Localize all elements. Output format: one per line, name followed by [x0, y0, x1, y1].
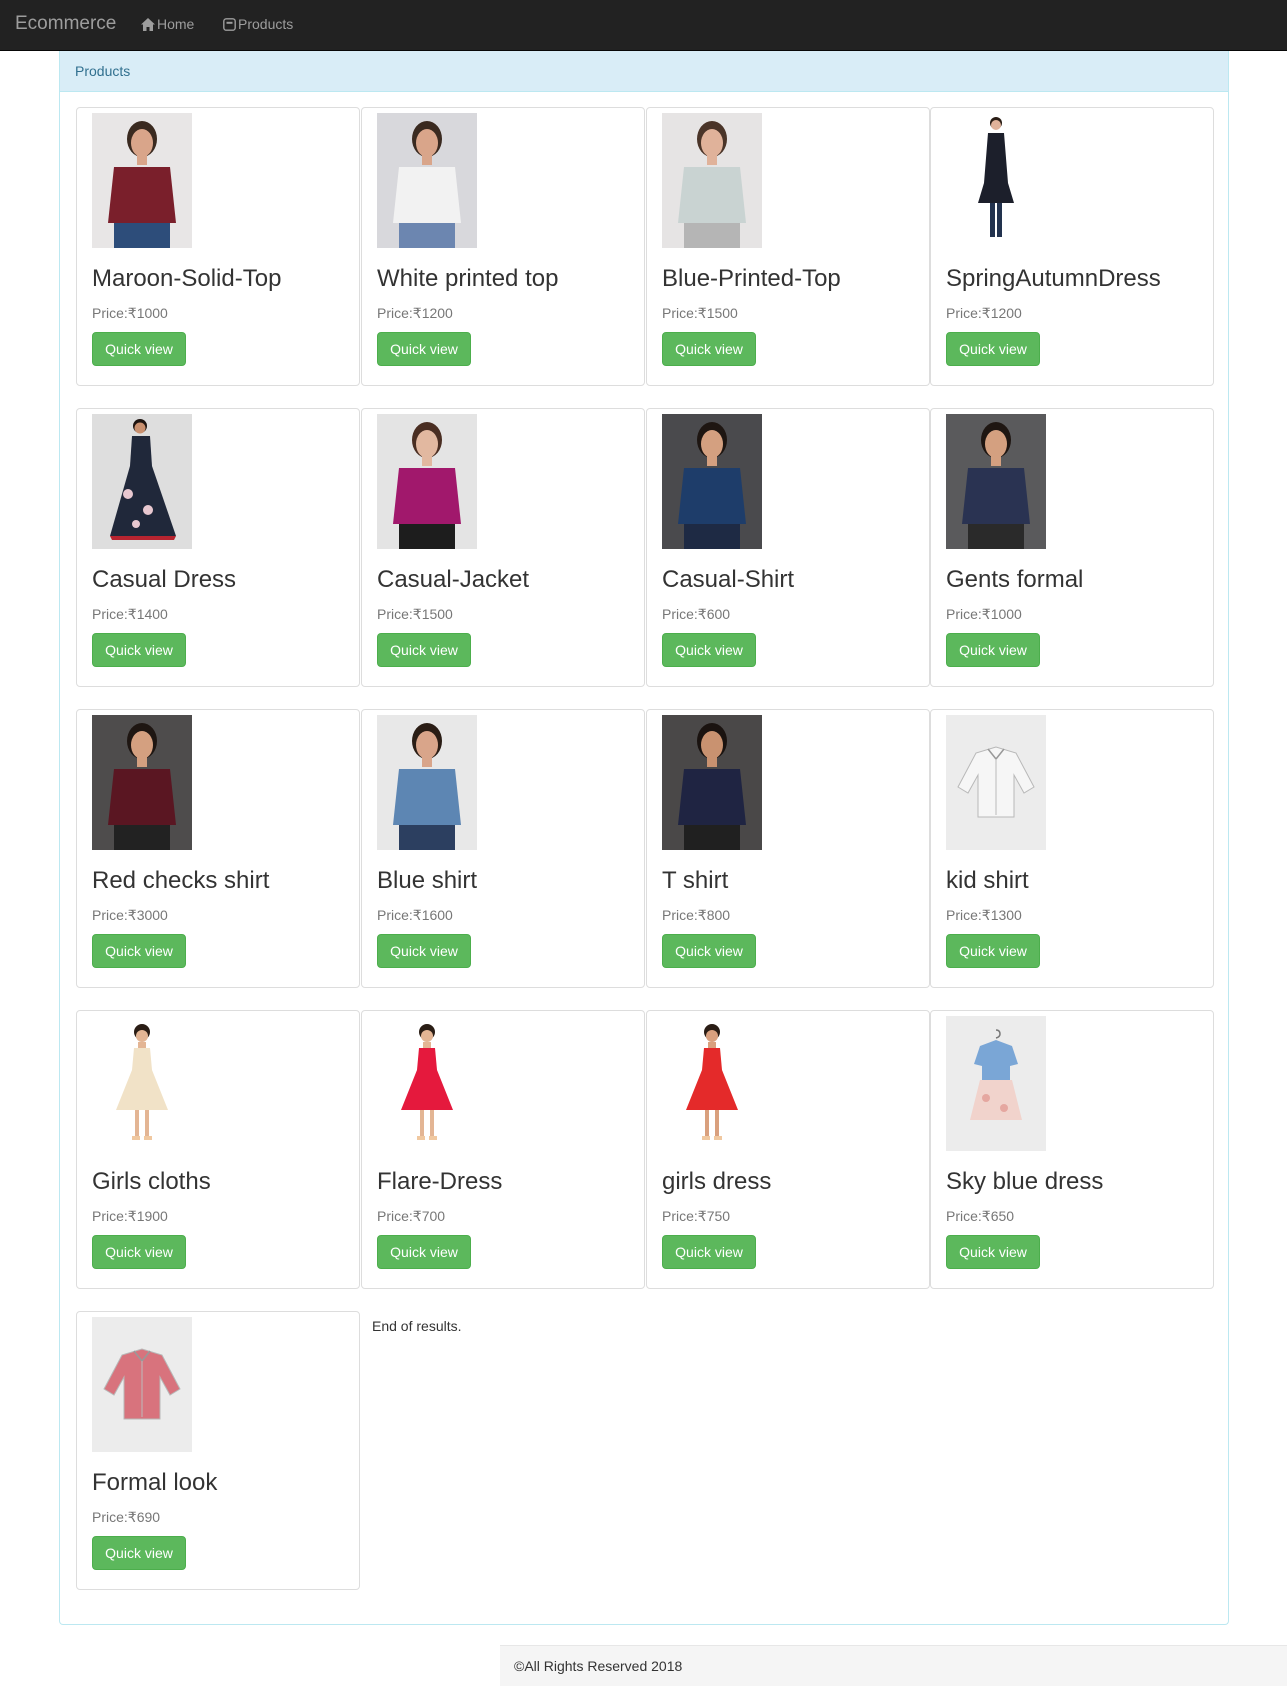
- product-title: Casual-Jacket: [377, 566, 530, 593]
- product-card: White printed top Price:₹1200 Quick view: [361, 107, 645, 386]
- product-card: girls dress Price:₹750 Quick view: [646, 1010, 930, 1289]
- quick-view-button[interactable]: Quick view: [377, 1235, 471, 1269]
- product-price: Price:₹1200: [946, 305, 1022, 321]
- quick-view-button[interactable]: Quick view: [662, 934, 756, 968]
- product-title: T shirt: [662, 867, 729, 894]
- product-price: Price:₹1500: [662, 305, 738, 321]
- product-card: Blue-Printed-Top Price:₹1500 Quick view: [646, 107, 930, 386]
- product-price: Price:₹1200: [377, 305, 453, 321]
- navbar: Ecommerce Home Products: [0, 0, 1287, 51]
- product-price: Price:₹600: [662, 606, 731, 622]
- product-title: Girls cloths: [92, 1168, 211, 1195]
- product-title: Maroon-Solid-Top: [92, 265, 282, 292]
- home-icon: [141, 17, 155, 31]
- product-card: Casual-Shirt Price:₹600 Quick view: [646, 408, 930, 687]
- quick-view-button[interactable]: Quick view: [92, 1536, 186, 1570]
- product-image[interactable]: [662, 1016, 762, 1151]
- quick-view-button[interactable]: Quick view: [662, 633, 756, 667]
- footer: ©All Rights Reserved 2018: [500, 1645, 1287, 1686]
- quick-view-button[interactable]: Quick view: [946, 1235, 1040, 1269]
- quick-view-button[interactable]: Quick view: [92, 1235, 186, 1269]
- product-card: Maroon-Solid-Top Price:₹1000 Quick view: [76, 107, 360, 386]
- product-image[interactable]: [377, 414, 477, 549]
- quick-view-button[interactable]: Quick view: [377, 934, 471, 968]
- quick-view-button[interactable]: Quick view: [946, 332, 1040, 366]
- quick-view-button[interactable]: Quick view: [946, 633, 1040, 667]
- product-price: Price:₹1500: [377, 606, 453, 622]
- product-price: Price:₹1600: [377, 907, 453, 923]
- product-image[interactable]: [92, 1317, 192, 1452]
- product-image[interactable]: [946, 1016, 1046, 1151]
- product-price: Price:₹1000: [92, 305, 168, 321]
- product-title: Sky blue dress: [946, 1168, 1104, 1195]
- product-image[interactable]: [377, 113, 477, 248]
- product-title: Blue shirt: [377, 867, 478, 894]
- product-price: Price:₹1900: [92, 1208, 168, 1224]
- product-image[interactable]: [662, 414, 762, 549]
- product-card: Girls cloths Price:₹1900 Quick view: [76, 1010, 360, 1289]
- product-title: Red checks shirt: [92, 867, 270, 894]
- product-image[interactable]: [662, 715, 762, 850]
- product-price: Price:₹690: [92, 1509, 161, 1525]
- product-title: Casual-Shirt: [662, 566, 795, 593]
- product-price: Price:₹800: [662, 907, 731, 923]
- product-card: T shirt Price:₹800 Quick view: [646, 709, 930, 988]
- product-image[interactable]: [946, 414, 1046, 549]
- product-card: Gents formal Price:₹1000 Quick view: [930, 408, 1214, 687]
- product-price: Price:₹1300: [946, 907, 1022, 923]
- product-card: Casual Dress Price:₹1400 Quick view: [76, 408, 360, 687]
- quick-view-button[interactable]: Quick view: [377, 633, 471, 667]
- brand-link[interactable]: Ecommerce: [15, 13, 116, 35]
- product-price: Price:₹700: [377, 1208, 446, 1224]
- nav-home-link[interactable]: Home: [141, 16, 194, 32]
- product-price: Price:₹750: [662, 1208, 731, 1224]
- product-card: kid shirt Price:₹1300 Quick view: [930, 709, 1214, 988]
- product-image[interactable]: [92, 414, 192, 549]
- quick-view-button[interactable]: Quick view: [92, 934, 186, 968]
- product-title: Gents formal: [946, 566, 1084, 593]
- product-price: Price:₹650: [946, 1208, 1015, 1224]
- product-image[interactable]: [946, 715, 1046, 850]
- nav-home-label: Home: [157, 16, 195, 32]
- product-image[interactable]: [92, 1016, 192, 1151]
- product-title: Formal look: [92, 1469, 218, 1496]
- product-card: Formal look Price:₹690 Quick view: [76, 1311, 360, 1590]
- end-of-results: End of results.: [372, 1318, 462, 1334]
- quick-view-button[interactable]: Quick view: [377, 332, 471, 366]
- quick-view-button[interactable]: Quick view: [946, 934, 1040, 968]
- quick-view-button[interactable]: Quick view: [92, 332, 186, 366]
- product-card: Casual-Jacket Price:₹1500 Quick view: [361, 408, 645, 687]
- product-title: Flare-Dress: [377, 1168, 503, 1195]
- product-card: Flare-Dress Price:₹700 Quick view: [361, 1010, 645, 1289]
- nav-products-label: Products: [238, 16, 294, 32]
- product-price: Price:₹1400: [92, 606, 168, 622]
- product-title: White printed top: [377, 265, 559, 292]
- product-image[interactable]: [946, 113, 1046, 248]
- product-title: Blue-Printed-Top: [662, 265, 841, 292]
- product-price: Price:₹1000: [946, 606, 1022, 622]
- product-image[interactable]: [92, 113, 192, 248]
- product-title: SpringAutumnDress: [946, 265, 1161, 292]
- product-card: Sky blue dress Price:₹650 Quick view: [930, 1010, 1214, 1289]
- product-image[interactable]: [377, 715, 477, 850]
- product-image[interactable]: [92, 715, 192, 850]
- nav-products-link[interactable]: Products: [223, 16, 293, 32]
- products-icon: [223, 17, 236, 31]
- product-title: kid shirt: [946, 867, 1029, 894]
- product-price: Price:₹3000: [92, 907, 168, 923]
- quick-view-button[interactable]: Quick view: [92, 633, 186, 667]
- panel-heading: Products: [60, 51, 1228, 92]
- product-card: SpringAutumnDress Price:₹1200 Quick view: [930, 107, 1214, 386]
- product-title: girls dress: [662, 1168, 772, 1195]
- product-card: Red checks shirt Price:₹3000 Quick view: [76, 709, 360, 988]
- product-card: Blue shirt Price:₹1600 Quick view: [361, 709, 645, 988]
- quick-view-button[interactable]: Quick view: [662, 1235, 756, 1269]
- product-image[interactable]: [662, 113, 762, 248]
- quick-view-button[interactable]: Quick view: [662, 332, 756, 366]
- product-image[interactable]: [377, 1016, 477, 1151]
- product-title: Casual Dress: [92, 566, 237, 593]
